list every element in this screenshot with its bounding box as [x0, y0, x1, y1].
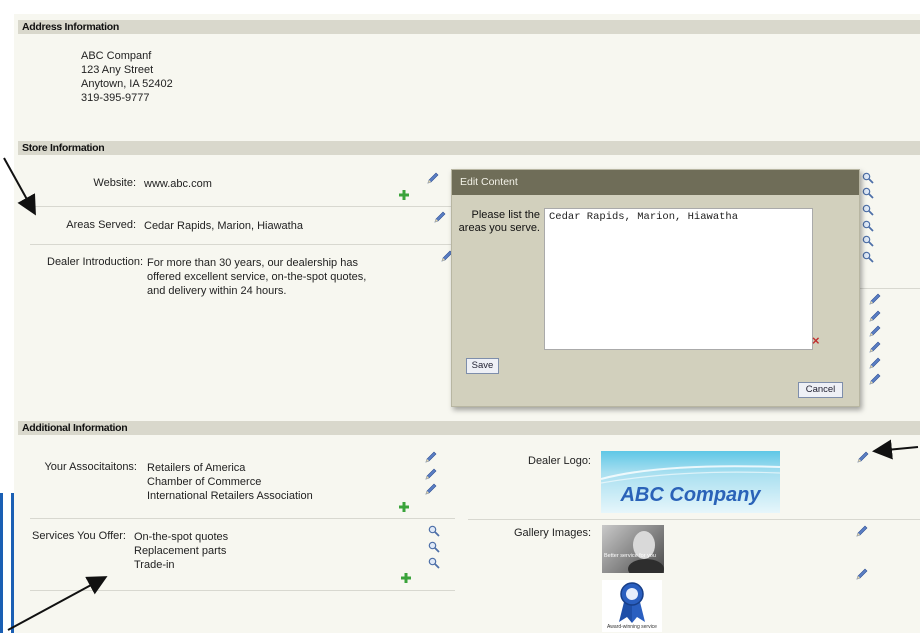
annotation-arrows	[3, 157, 919, 631]
annotation-arrow	[7, 576, 108, 631]
annotation-arrow	[3, 157, 36, 216]
annotation-arrow	[872, 439, 919, 460]
